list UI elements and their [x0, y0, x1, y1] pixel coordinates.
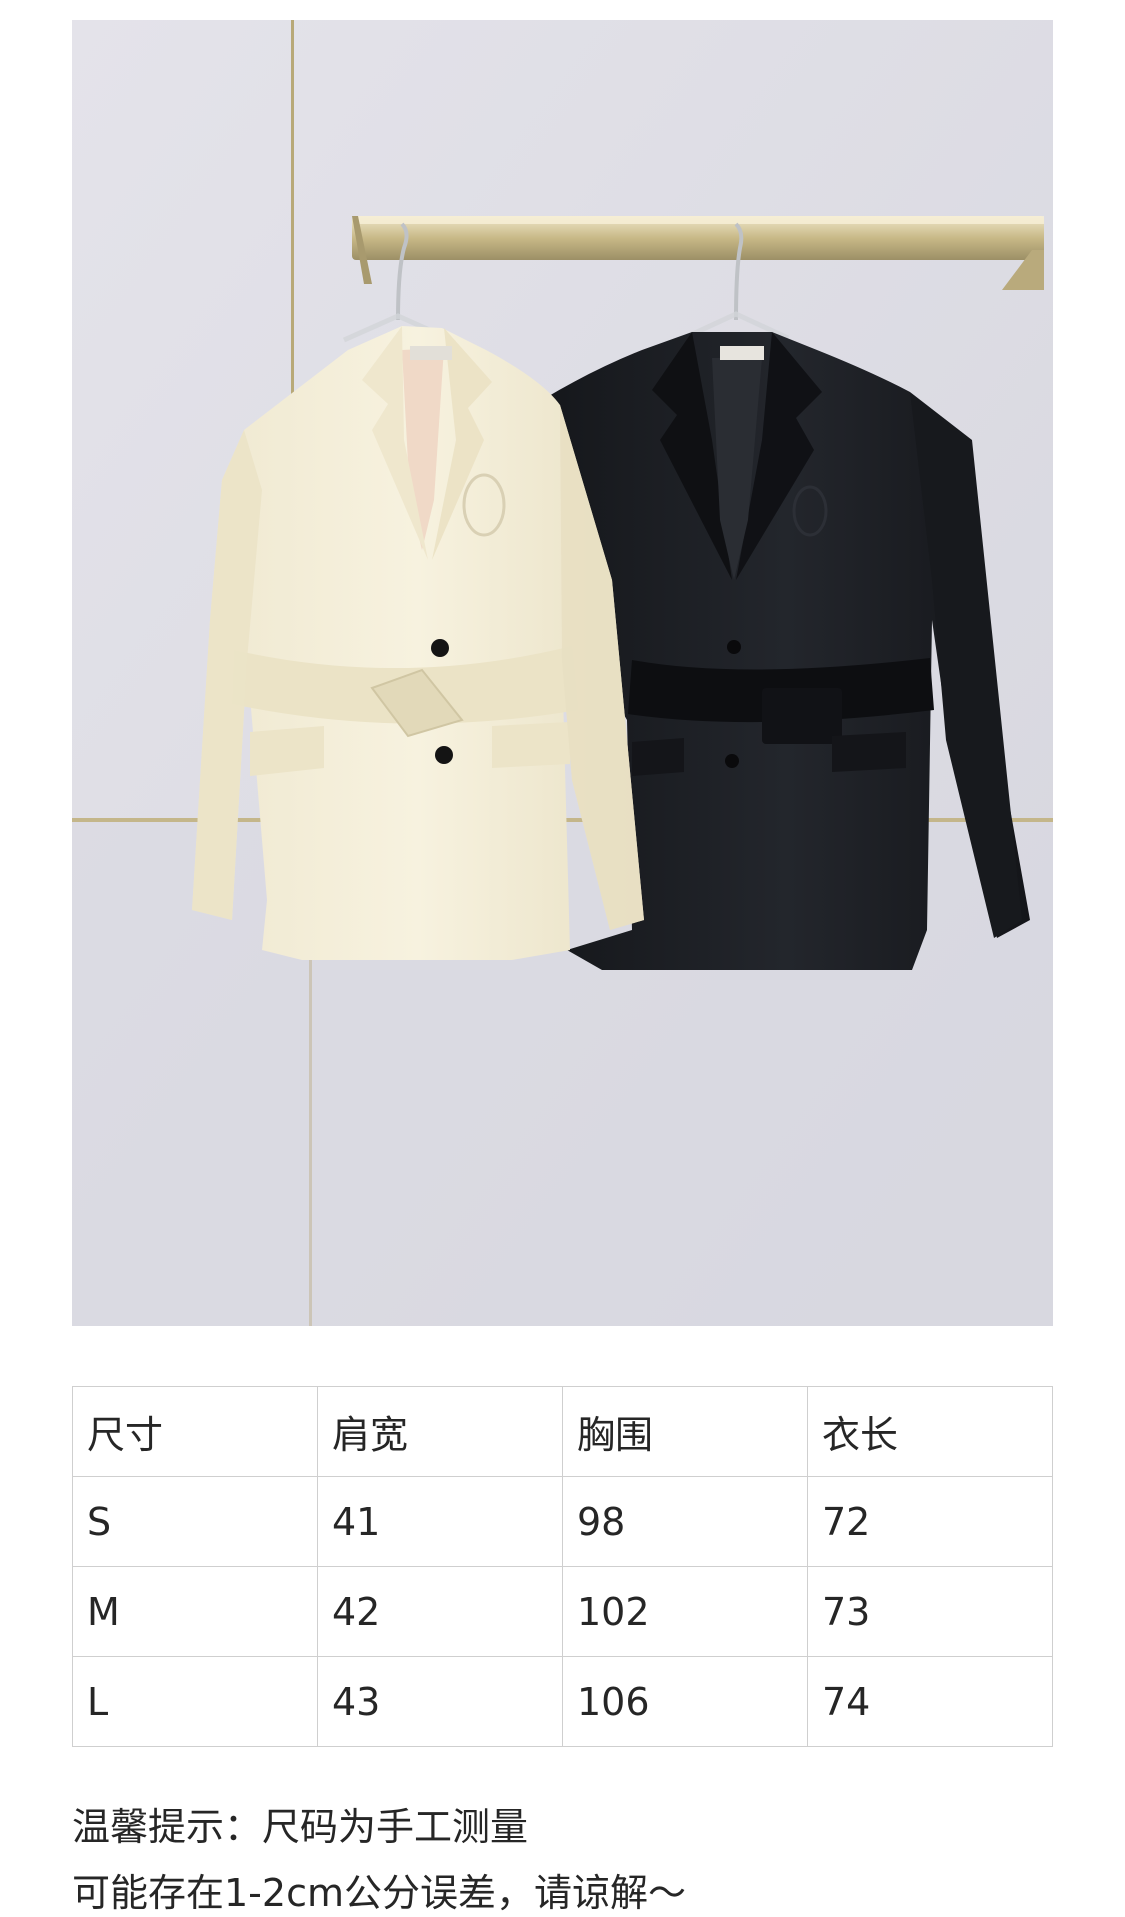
table-cell: 98 [562, 1476, 808, 1567]
table-header-row: 尺寸 肩宽 胸围 衣长 [72, 1386, 1053, 1477]
notice-line-2: 可能存在1-2cm公分误差，请谅解～ [72, 1871, 686, 1915]
table-cell: 73 [807, 1566, 1053, 1657]
table-row: L 43 106 74 [72, 1656, 1053, 1747]
table-cell: L [72, 1656, 318, 1747]
top-strip [0, 0, 1125, 20]
table-cell: 106 [562, 1656, 808, 1747]
table-header-cell: 衣长 [807, 1386, 1053, 1477]
notice-line-1: 温馨提示：尺码为手工测量 [72, 1805, 529, 1849]
table-cell: 74 [807, 1656, 1053, 1747]
table-header-cell: 肩宽 [317, 1386, 563, 1477]
product-photo [72, 20, 1053, 1326]
table-header-cell: 胸围 [562, 1386, 808, 1477]
table-cell: 43 [317, 1656, 563, 1747]
table-cell: 41 [317, 1476, 563, 1567]
table-cell: 42 [317, 1566, 563, 1657]
table-row: S 41 98 72 [72, 1476, 1053, 1567]
table-cell: 72 [807, 1476, 1053, 1567]
table-cell: S [72, 1476, 318, 1567]
table-row: M 42 102 73 [72, 1566, 1053, 1657]
table-cell: 102 [562, 1566, 808, 1657]
table-cell: M [72, 1566, 318, 1657]
table-header-cell: 尺寸 [72, 1386, 318, 1477]
size-table: 尺寸 肩宽 胸围 衣长 S 41 98 72 M 42 102 73 L 43 … [72, 1386, 1053, 1747]
